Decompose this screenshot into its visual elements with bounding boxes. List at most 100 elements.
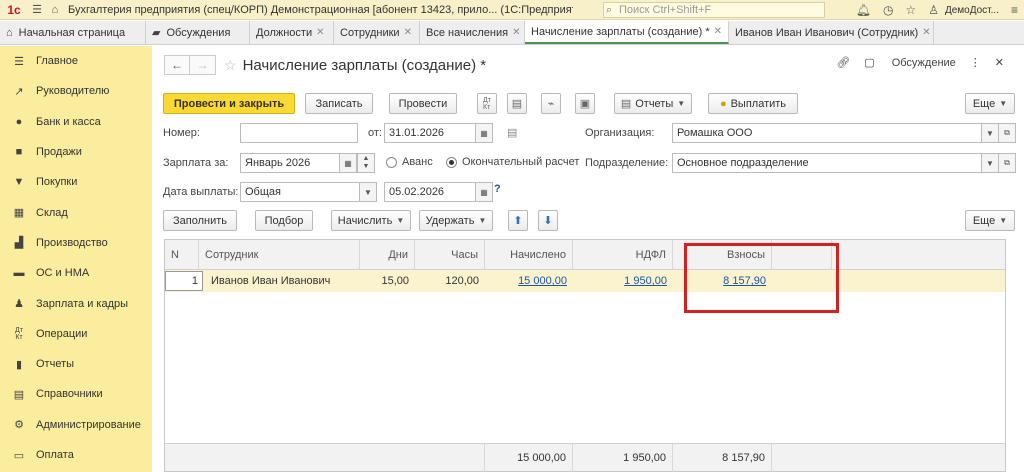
more-vert-icon[interactable]: ⋮ xyxy=(970,56,981,69)
col-days[interactable]: Дни xyxy=(360,240,415,270)
comment-icon[interactable]: ▤ xyxy=(507,126,517,139)
organization-label: Организация: xyxy=(585,127,655,139)
sidebar-item-catalogs[interactable]: ▤ Справочники xyxy=(0,379,152,409)
department-field[interactable]: Основное подразделение xyxy=(672,153,982,173)
settings-menu-icon[interactable]: ≡ xyxy=(1011,3,1018,17)
window-title: Бухгалтерия предприятия (спец/КОРП) Демо… xyxy=(68,3,573,16)
history-icon[interactable]: ◷ xyxy=(883,3,893,17)
sidebar-item-bank[interactable]: ● Банк и касса xyxy=(0,107,152,137)
calendar-icon[interactable]: ▦ xyxy=(475,123,493,143)
chevron-down-icon[interactable]: ▼ xyxy=(981,153,999,173)
department-label: Подразделение: xyxy=(585,157,669,169)
title-bar: 1с ☰ ⌂ Бухгалтерия предприятия (спец/КОР… xyxy=(0,0,1024,20)
reports-button[interactable]: ▤ Отчеты ▼ xyxy=(614,93,692,114)
post-and-close-button[interactable]: Провести и закрыть xyxy=(163,93,295,114)
calendar-icon[interactable]: ▦ xyxy=(475,182,493,202)
sidebar-item-assets[interactable]: ▬ ОС и НМА xyxy=(0,258,152,288)
sidebar-item-payment[interactable]: ▭ Оплата xyxy=(0,440,152,470)
paydate-field[interactable]: 05.02.2026 xyxy=(384,182,476,202)
discussion-button[interactable]: ▢ Обсуждение xyxy=(864,56,956,69)
sidebar-item-production[interactable]: ▟ Производство xyxy=(0,228,152,258)
sidebar-item-warehouse[interactable]: ▦ Склад xyxy=(0,197,152,227)
open-icon[interactable]: ⧉ xyxy=(998,123,1016,143)
col-n[interactable]: N xyxy=(165,240,199,270)
calendar-icon[interactable]: ▦ xyxy=(339,153,357,173)
chat-icon: ▰ xyxy=(152,27,161,39)
table-row[interactable]: 1 Иванов Иван Иванович 15,00 120,00 15 0… xyxy=(165,270,1005,292)
chevron-down-icon[interactable]: ▼ xyxy=(981,123,999,143)
more-button[interactable]: Еще ▼ xyxy=(965,93,1015,114)
link-icon[interactable]: 🔗︎ xyxy=(836,56,850,69)
date-field[interactable]: 31.01.2026 xyxy=(384,123,476,143)
col-employee[interactable]: Сотрудник xyxy=(199,240,360,270)
total-accrued: 15 000,00 xyxy=(485,444,573,472)
close-icon[interactable]: ✕ xyxy=(404,27,412,38)
final-calc-label: Окончательный расчет xyxy=(462,156,580,168)
cell-employee[interactable]: Иванов Иван Иванович xyxy=(205,270,360,292)
sidebar-item-reports[interactable]: ▮ Отчеты xyxy=(0,349,152,379)
tab-employee-ivanov[interactable]: Иванов Иван Иванович (Сотрудник) ✕ xyxy=(729,21,934,44)
col-ndfl[interactable]: НДФЛ xyxy=(573,240,673,270)
cell-hours[interactable]: 120,00 xyxy=(415,270,485,292)
move-up-button[interactable]: ⬆ xyxy=(508,210,528,231)
open-icon[interactable]: ⧉ xyxy=(998,153,1016,173)
accrue-button[interactable]: Начислить ▼ xyxy=(331,210,411,231)
sidebar-item-admin[interactable]: ⚙ Администрирование xyxy=(0,410,152,440)
close-icon[interactable]: ✕ xyxy=(316,27,324,38)
cell-accrued-link[interactable]: 15 000,00 xyxy=(485,270,573,292)
bell-icon[interactable]: 🔔︎ xyxy=(856,3,871,17)
organization-field[interactable]: Ромашка ООО xyxy=(672,123,982,143)
main-menu-icon[interactable]: ☰ xyxy=(28,0,46,20)
pay-button[interactable]: ● Выплатить xyxy=(708,93,798,114)
spin-icon[interactable]: ▲ ▼ xyxy=(357,153,375,173)
sidebar-item-manager[interactable]: ↗ Руководителю xyxy=(0,76,152,106)
back-button[interactable]: ← xyxy=(164,55,190,75)
sidebar-item-main[interactable]: ☰ Главное xyxy=(0,46,152,76)
document-icon[interactable]: ▤ xyxy=(507,93,527,114)
cell-days[interactable]: 15,00 xyxy=(360,270,415,292)
sidebar-item-purchases[interactable]: ▼ Покупки xyxy=(0,167,152,197)
sidebar-item-sales[interactable]: ■ Продажи xyxy=(0,137,152,167)
select-button[interactable]: Подбор xyxy=(255,210,313,231)
withhold-button[interactable]: Удержать ▼ xyxy=(419,210,493,231)
close-icon[interactable]: ✕ xyxy=(922,27,930,38)
advance-radio[interactable] xyxy=(386,157,397,168)
tab-discussions[interactable]: ▰ Обсуждения xyxy=(146,21,250,44)
sidebar-item-payroll[interactable]: ♟ Зарплата и кадры xyxy=(0,288,152,318)
star-icon[interactable]: ☆ xyxy=(905,3,916,17)
cell-ndfl-link[interactable]: 1 950,00 xyxy=(573,270,673,292)
table-more-button[interactable]: Еще ▼ xyxy=(965,210,1015,231)
close-icon[interactable]: ✕ xyxy=(714,26,722,37)
col-hours[interactable]: Часы xyxy=(415,240,485,270)
move-down-button[interactable]: ⬇ xyxy=(538,210,558,231)
structure-icon[interactable]: ▣ xyxy=(575,93,595,114)
global-search-input[interactable]: ⌕ Поиск Ctrl+Shift+F xyxy=(603,2,825,18)
tab-payroll-create[interactable]: Начисление зарплаты (создание) * ✕ xyxy=(525,21,729,44)
final-calc-radio[interactable] xyxy=(446,157,457,168)
sidebar-item-operations[interactable]: Дт Кт Операции xyxy=(0,319,152,349)
chevron-down-icon[interactable]: ▼ xyxy=(359,182,377,202)
forward-button[interactable]: → xyxy=(190,55,216,75)
user-name[interactable]: ДемоДост... xyxy=(945,5,999,16)
paydate-type-field[interactable]: Общая xyxy=(240,182,360,202)
tab-all-accruals[interactable]: Все начисления ✕ xyxy=(420,21,525,44)
tab-home[interactable]: ⌂ Начальная страница xyxy=(0,21,146,44)
fill-button[interactable]: Заполнить xyxy=(163,210,237,231)
dt-kt-icon[interactable]: Дт Кт xyxy=(477,93,497,114)
home-icon[interactable]: ⌂ xyxy=(46,0,64,20)
close-form-icon[interactable]: ✕ xyxy=(995,56,1004,69)
close-icon[interactable]: ✕ xyxy=(512,27,520,38)
number-field[interactable] xyxy=(240,123,358,143)
chevron-down-icon: ▼ xyxy=(677,99,686,108)
tab-positions[interactable]: Должности ✕ xyxy=(250,21,334,44)
tab-employees[interactable]: Сотрудники ✕ xyxy=(334,21,420,44)
row-number[interactable]: 1 xyxy=(165,271,203,291)
user-icon[interactable]: ♙ xyxy=(928,3,939,17)
save-button[interactable]: Записать xyxy=(305,93,373,114)
paperclip-icon[interactable]: ⌁ xyxy=(541,93,561,114)
post-button[interactable]: Провести xyxy=(389,93,457,114)
col-accrued[interactable]: Начислено xyxy=(485,240,573,270)
favorite-star-icon[interactable]: ☆ xyxy=(224,57,237,74)
period-field[interactable]: Январь 2026 xyxy=(240,153,340,173)
help-icon[interactable]: ? xyxy=(494,183,501,195)
